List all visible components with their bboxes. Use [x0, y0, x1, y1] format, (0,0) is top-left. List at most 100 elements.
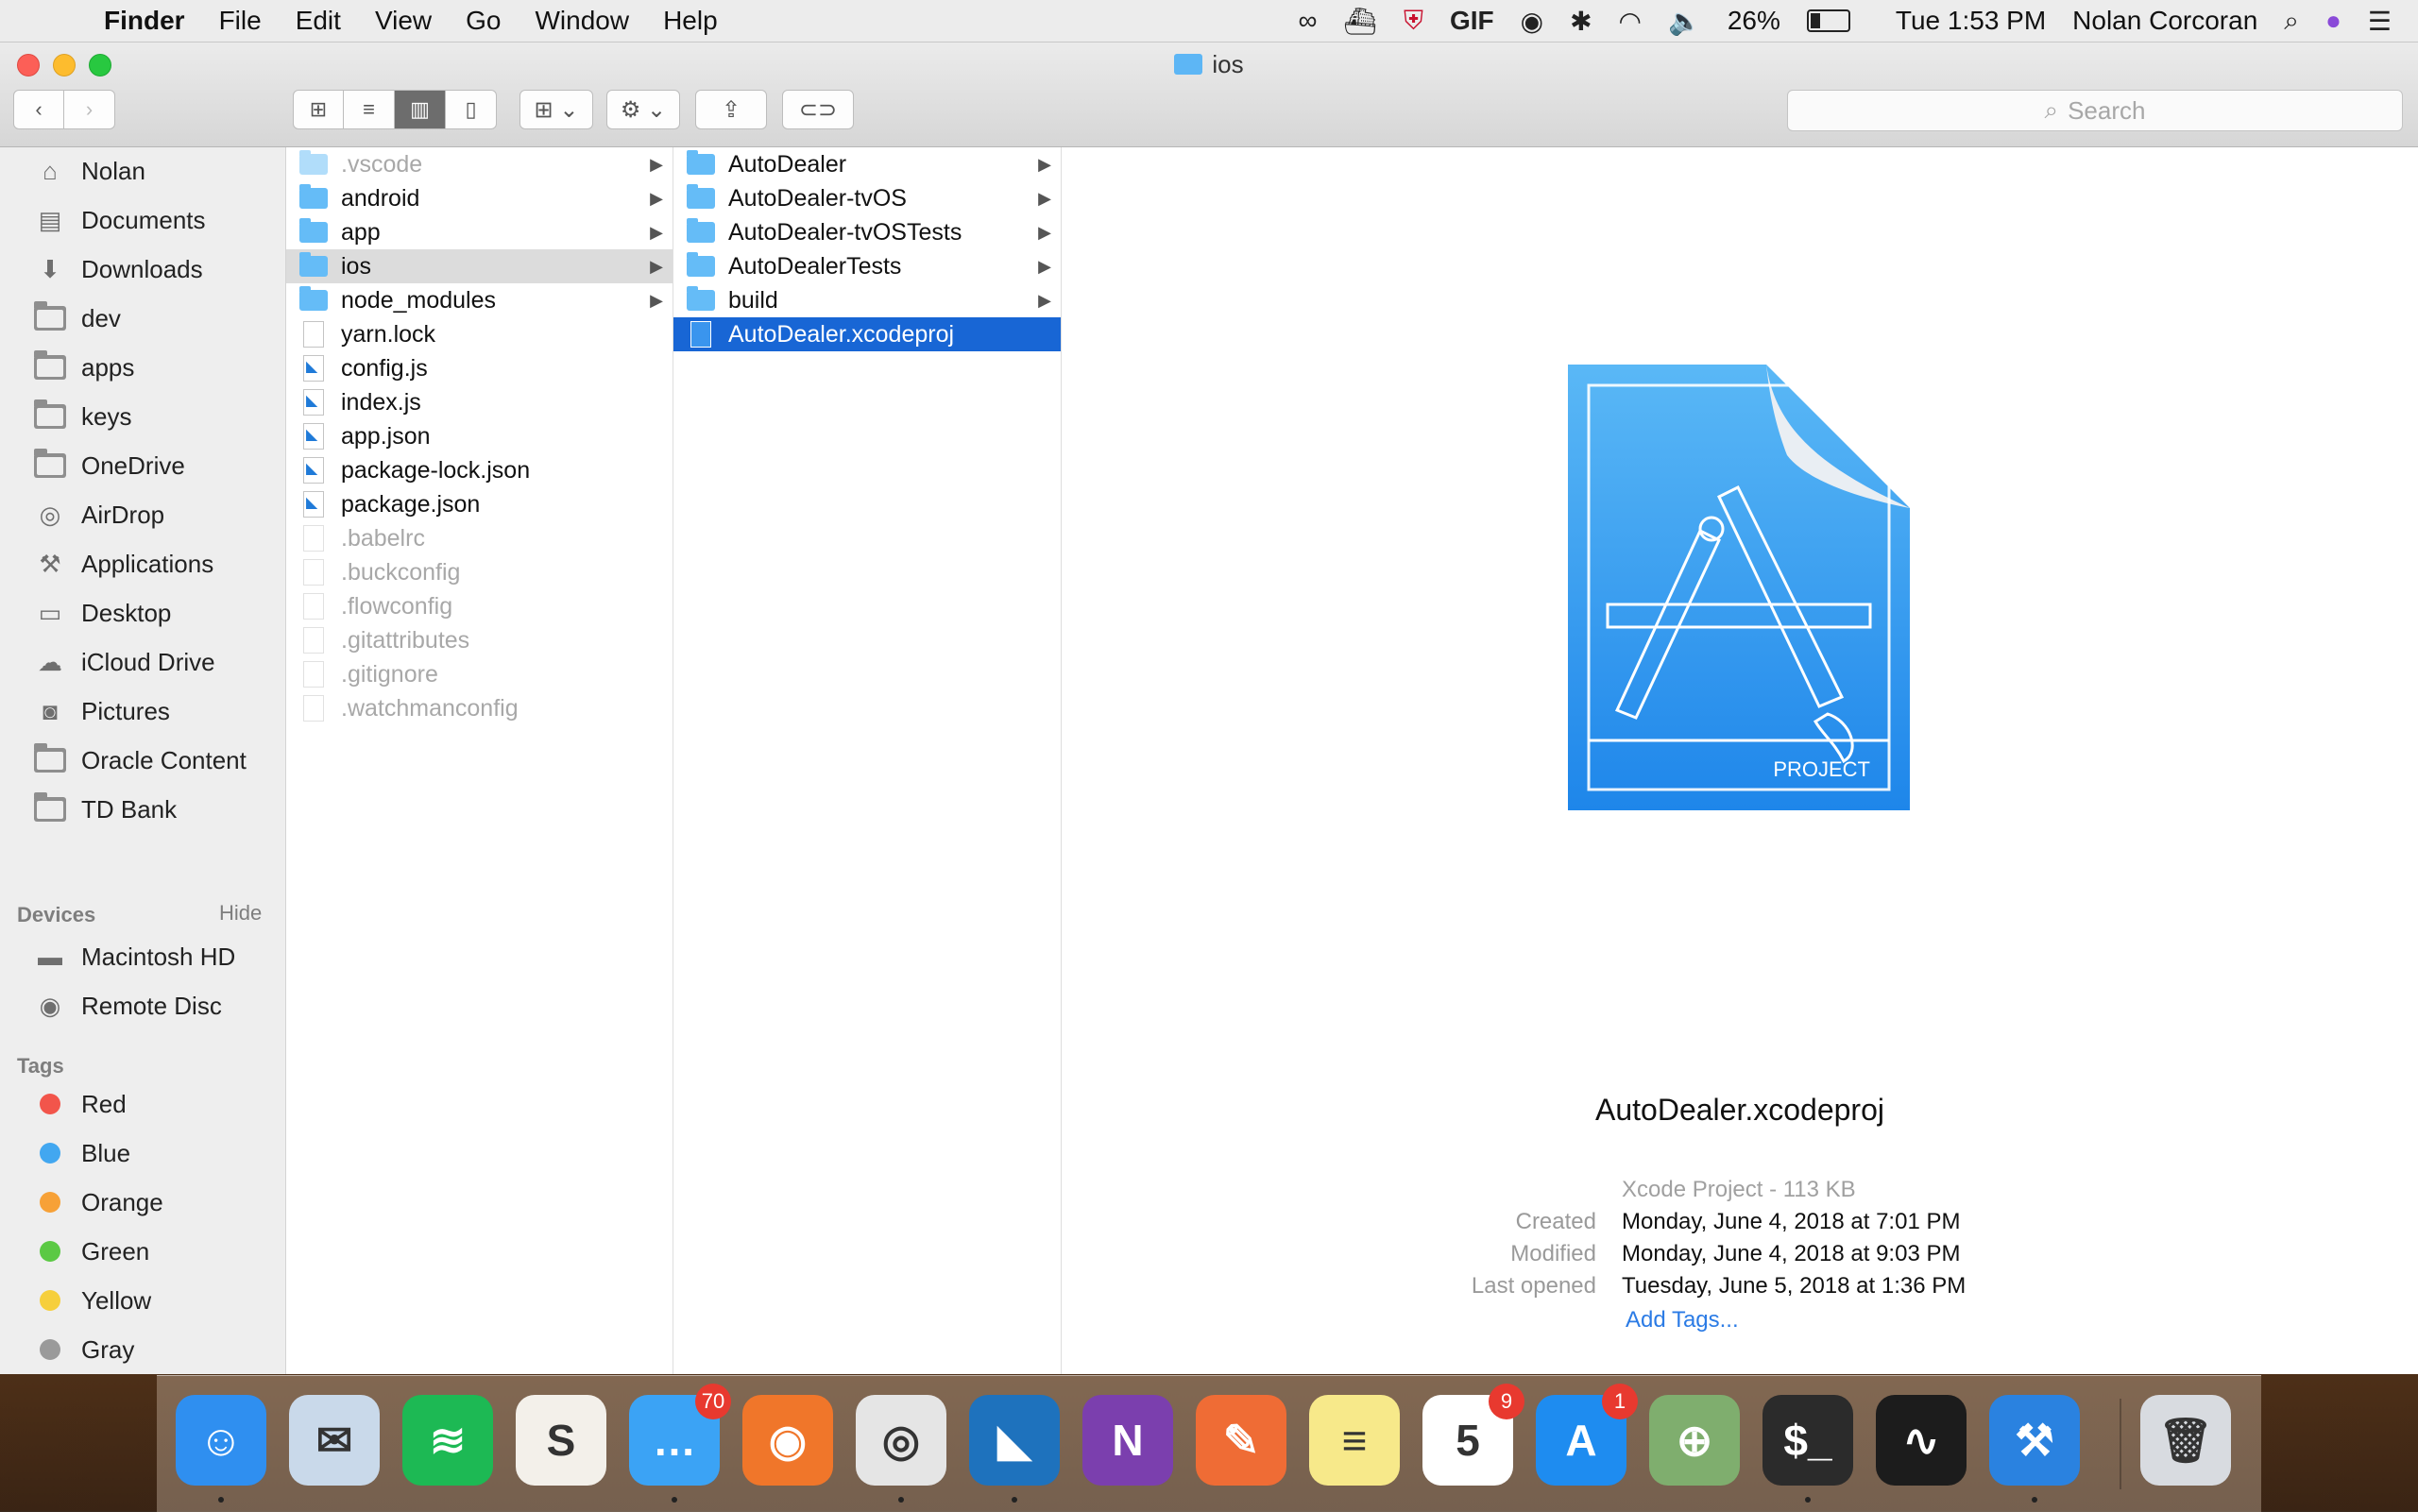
- dock-terminal-icon[interactable]: $_: [1762, 1395, 1853, 1503]
- sidebar-tag-yellow[interactable]: Yellow: [0, 1277, 285, 1324]
- sidebar-item-onedrive[interactable]: OneDrive: [0, 442, 285, 489]
- file-row[interactable]: android ▶: [286, 181, 673, 215]
- volume-icon[interactable]: 🔈: [1668, 6, 1701, 37]
- file-row[interactable]: .watchmanconfig: [286, 691, 673, 725]
- file-row[interactable]: yarn.lock: [286, 317, 673, 351]
- dock-calendar-icon[interactable]: 59: [1422, 1384, 1524, 1486]
- file-row[interactable]: ios ▶: [286, 249, 673, 283]
- dock-finder-icon[interactable]: ☺: [176, 1395, 266, 1503]
- sidebar-tag-red[interactable]: Red: [0, 1080, 285, 1128]
- dock-app-store-icon[interactable]: A1: [1536, 1384, 1638, 1486]
- sidebar-item-oracle-content[interactable]: Oracle Content: [0, 737, 285, 784]
- sidebar-tag-blue[interactable]: Blue: [0, 1130, 285, 1177]
- file-row[interactable]: AutoDealer ▶: [673, 147, 1061, 181]
- file-row[interactable]: .gitignore: [286, 657, 673, 691]
- search-field[interactable]: ⌕ Search: [1787, 90, 2403, 131]
- dock-mail-icon[interactable]: ✉: [289, 1395, 380, 1486]
- dock-spotify-icon[interactable]: ≋: [402, 1395, 493, 1486]
- file-row[interactable]: app ▶: [286, 215, 673, 249]
- file-row[interactable]: package-lock.json: [286, 453, 673, 487]
- file-row[interactable]: .vscode ▶: [286, 147, 673, 181]
- menu-go[interactable]: Go: [466, 6, 501, 36]
- dock-network-icon[interactable]: ⊕: [1649, 1395, 1740, 1486]
- devices-hide-button[interactable]: Hide: [219, 901, 262, 926]
- file-row[interactable]: AutoDealerTests ▶: [673, 249, 1061, 283]
- add-tags-link[interactable]: Add Tags...: [1626, 1307, 1739, 1334]
- dock-activity-monitor-icon[interactable]: ∿: [1876, 1395, 1967, 1486]
- sidebar-item-downloads[interactable]: ⬇ Downloads: [0, 246, 285, 293]
- dock-vscode-icon[interactable]: ◣: [969, 1395, 1060, 1503]
- dock-onenote-icon[interactable]: N: [1082, 1395, 1173, 1486]
- battery-percent[interactable]: 26%: [1728, 6, 1780, 36]
- dock-xcode-icon[interactable]: ⚒: [1989, 1395, 2080, 1503]
- file-row[interactable]: build ▶: [673, 283, 1061, 317]
- dock-slack-icon[interactable]: S: [516, 1395, 606, 1486]
- menu-edit[interactable]: Edit: [296, 6, 341, 36]
- tags-button[interactable]: ⊂⊃: [782, 90, 854, 129]
- file-row[interactable]: AutoDealer-tvOSTests ▶: [673, 215, 1061, 249]
- icon-view-button[interactable]: ⊞: [293, 90, 344, 129]
- dock-notes-icon[interactable]: ≡: [1309, 1395, 1400, 1486]
- file-row[interactable]: AutoDealer-tvOS ▶: [673, 181, 1061, 215]
- wifi-icon[interactable]: ◠: [1619, 6, 1642, 37]
- sidebar-item-documents[interactable]: ▤ Documents: [0, 196, 285, 244]
- gallery-view-button[interactable]: ▯: [446, 90, 497, 129]
- sidebar-item-macintosh-hd[interactable]: ▬ Macintosh HD: [0, 933, 285, 980]
- screen-record-icon[interactable]: ◉: [1521, 6, 1543, 37]
- file-row[interactable]: .flowconfig: [286, 589, 673, 623]
- menu-window[interactable]: Window: [535, 6, 629, 36]
- tag-label: Yellow: [81, 1285, 152, 1315]
- file-row[interactable]: app.json: [286, 419, 673, 453]
- file-row[interactable]: config.js: [286, 351, 673, 385]
- sidebar-tag-gray[interactable]: Gray: [0, 1326, 285, 1373]
- sidebar-item-nolan[interactable]: ⌂ Nolan: [0, 147, 285, 195]
- sidebar-item-remote-disc[interactable]: ◉ Remote Disc: [0, 982, 285, 1029]
- action-button[interactable]: ⚙ ⌄: [606, 90, 680, 129]
- menu-app-name[interactable]: Finder: [104, 6, 185, 36]
- sidebar-tag-green[interactable]: Green: [0, 1228, 285, 1275]
- dock-trash-icon[interactable]: 🗑: [2140, 1395, 2231, 1486]
- bluetooth-icon[interactable]: ✱: [1570, 6, 1592, 37]
- file-row[interactable]: .gitattributes: [286, 623, 673, 657]
- arrange-button[interactable]: ⊞ ⌄: [519, 90, 593, 129]
- notification-center-icon[interactable]: ☰: [2368, 6, 2392, 37]
- sidebar-tag-orange[interactable]: Orange: [0, 1179, 285, 1226]
- menu-file[interactable]: File: [219, 6, 262, 36]
- file-row[interactable]: package.json: [286, 487, 673, 521]
- sidebar-item-desktop[interactable]: ▭ Desktop: [0, 589, 285, 637]
- sidebar-item-pictures[interactable]: ◙ Pictures: [0, 688, 285, 735]
- gif-icon[interactable]: GIF: [1450, 6, 1494, 36]
- mcafee-icon[interactable]: ⛨: [1404, 6, 1423, 37]
- clock[interactable]: Tue 1:53 PM: [1896, 6, 2046, 36]
- preview-pane: PROJECT AutoDealer.xcodeproj Xcode Proje…: [1062, 147, 2418, 1374]
- menu-help[interactable]: Help: [663, 6, 718, 36]
- list-view-button[interactable]: ≡: [344, 90, 395, 129]
- sidebar-item-applications[interactable]: ⚒ Applications: [0, 540, 285, 587]
- file-row[interactable]: .babelrc: [286, 521, 673, 555]
- battery-icon[interactable]: [1806, 9, 1850, 32]
- file-row[interactable]: node_modules ▶: [286, 283, 673, 317]
- user-name[interactable]: Nolan Corcoran: [2072, 6, 2257, 36]
- dock-chrome-icon[interactable]: ◎: [856, 1395, 946, 1503]
- file-row[interactable]: .buckconfig: [286, 555, 673, 589]
- dock-messages-icon[interactable]: … 70: [629, 1384, 731, 1503]
- spotlight-search-icon[interactable]: ⌕: [2284, 6, 2299, 37]
- back-button[interactable]: ‹: [13, 90, 64, 129]
- docker-icon[interactable]: ⛴: [1343, 6, 1377, 37]
- creative-cloud-icon[interactable]: ∞: [1298, 6, 1317, 36]
- menu-view[interactable]: View: [375, 6, 432, 36]
- sidebar-item-keys[interactable]: keys: [0, 393, 285, 440]
- dock-postman-icon[interactable]: ✎: [1196, 1395, 1286, 1486]
- sidebar-item-td-bank[interactable]: TD Bank: [0, 786, 285, 833]
- column-view-button[interactable]: ▥: [395, 90, 446, 129]
- forward-button[interactable]: ›: [64, 90, 115, 129]
- siri-icon[interactable]: ●: [2325, 6, 2341, 36]
- sidebar-item-apps[interactable]: apps: [0, 344, 285, 391]
- file-row[interactable]: AutoDealer.xcodeproj: [673, 317, 1061, 351]
- file-row[interactable]: index.js: [286, 385, 673, 419]
- dock-firefox-icon[interactable]: ◉: [742, 1395, 833, 1486]
- sidebar-item-icloud-drive[interactable]: ☁ iCloud Drive: [0, 638, 285, 686]
- sidebar-item-dev[interactable]: dev: [0, 295, 285, 342]
- share-button[interactable]: ⇪: [695, 90, 767, 129]
- sidebar-item-airdrop[interactable]: ◎ AirDrop: [0, 491, 285, 538]
